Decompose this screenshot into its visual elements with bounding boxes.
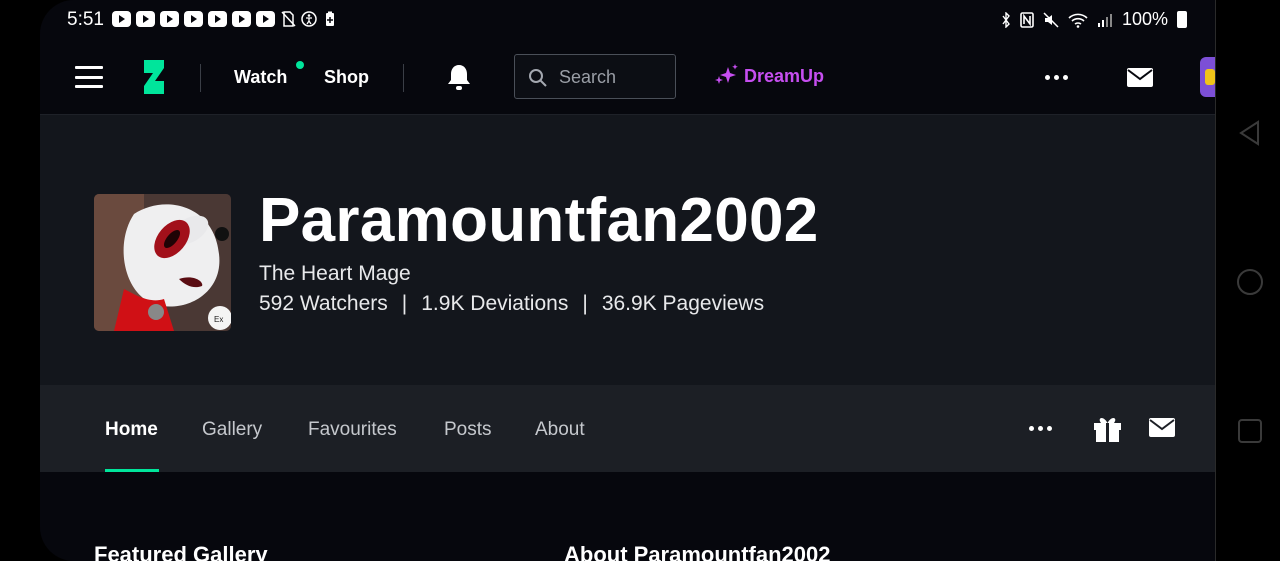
profile-avatar[interactable]: Ex bbox=[94, 194, 231, 331]
menu-icon[interactable] bbox=[75, 66, 103, 88]
system-nav-bar bbox=[1215, 0, 1280, 561]
message-icon[interactable] bbox=[1149, 418, 1175, 437]
stats-separator: | bbox=[401, 292, 408, 315]
profile-more-icon[interactable] bbox=[1029, 426, 1052, 431]
search-input[interactable] bbox=[557, 55, 671, 100]
app-window: 5:51 100% Watch Shop Search DreamUp Ex P… bbox=[40, 0, 1215, 561]
youtube-icon bbox=[208, 11, 227, 27]
back-icon[interactable] bbox=[1238, 120, 1262, 146]
user-avatar[interactable] bbox=[1200, 57, 1215, 97]
battery-saver-icon bbox=[326, 11, 334, 26]
svg-text:Ex: Ex bbox=[214, 315, 223, 324]
system-icons: 100% bbox=[1001, 9, 1187, 30]
profile-tagline: The Heart Mage bbox=[259, 262, 411, 285]
youtube-icon bbox=[232, 11, 251, 27]
status-bar: 5:51 100% bbox=[40, 0, 1215, 40]
nfc-icon bbox=[1020, 11, 1034, 28]
stats-separator: | bbox=[582, 292, 588, 315]
profile-tabs: Home Gallery Favourites Posts About bbox=[40, 385, 1215, 472]
battery-icon bbox=[1177, 11, 1187, 28]
home-icon[interactable] bbox=[1236, 268, 1264, 296]
notification-icons bbox=[112, 11, 338, 27]
sparkle-icon bbox=[715, 64, 738, 84]
tab-home[interactable]: Home bbox=[105, 419, 158, 441]
watchers-count[interactable]: 592 Watchers bbox=[259, 292, 388, 316]
mute-icon bbox=[1043, 11, 1059, 28]
youtube-icon bbox=[136, 11, 155, 27]
profile-stats: 592 Watchers | 1.9K Deviations | 36.9K P… bbox=[259, 292, 764, 316]
gift-icon[interactable] bbox=[1093, 415, 1122, 442]
featured-gallery-heading: Featured Gallery bbox=[94, 542, 268, 561]
deviations-count[interactable]: 1.9K Deviations bbox=[421, 292, 568, 316]
search-icon bbox=[529, 69, 547, 87]
profile-content: Featured Gallery About Paramountfan2002 bbox=[40, 472, 1215, 561]
wifi-icon bbox=[1068, 13, 1088, 28]
profile-header: Ex Paramountfan2002 The Heart Mage 592 W… bbox=[40, 115, 1215, 385]
about-heading: About Paramountfan2002 bbox=[564, 542, 831, 561]
tab-posts[interactable]: Posts bbox=[444, 419, 492, 441]
watch-notification-dot bbox=[296, 61, 304, 69]
battery-percent: 100% bbox=[1121, 9, 1168, 29]
watch-link[interactable]: Watch bbox=[234, 67, 287, 88]
dreamup-button[interactable]: DreamUp bbox=[714, 64, 824, 88]
youtube-icon bbox=[112, 11, 131, 27]
no-sim-icon bbox=[281, 11, 296, 27]
shop-link[interactable]: Shop bbox=[324, 67, 369, 88]
search-box[interactable] bbox=[514, 54, 676, 100]
dreamup-label: DreamUp bbox=[744, 65, 825, 86]
deviantart-logo-icon[interactable] bbox=[140, 58, 168, 96]
recents-icon[interactable] bbox=[1237, 418, 1263, 444]
tab-favourites[interactable]: Favourites bbox=[308, 419, 397, 441]
signal-icon bbox=[1097, 13, 1112, 27]
accessibility-icon bbox=[301, 11, 317, 27]
tab-about[interactable]: About bbox=[535, 419, 585, 441]
status-time: 5:51 bbox=[67, 9, 104, 30]
top-navbar: Watch Shop DreamUp bbox=[40, 40, 1215, 115]
tab-gallery[interactable]: Gallery bbox=[202, 419, 262, 441]
bell-icon[interactable] bbox=[445, 62, 473, 92]
nav-divider bbox=[200, 64, 201, 92]
youtube-icon bbox=[256, 11, 275, 27]
mail-icon[interactable] bbox=[1127, 68, 1153, 87]
profile-username: Paramountfan2002 bbox=[259, 186, 819, 255]
pageviews-count: 36.9K Pageviews bbox=[601, 292, 765, 315]
youtube-icon bbox=[160, 11, 179, 27]
nav-divider bbox=[403, 64, 404, 92]
youtube-icon bbox=[184, 11, 203, 27]
more-options-icon[interactable] bbox=[1045, 75, 1068, 80]
bluetooth-icon bbox=[1002, 11, 1010, 28]
